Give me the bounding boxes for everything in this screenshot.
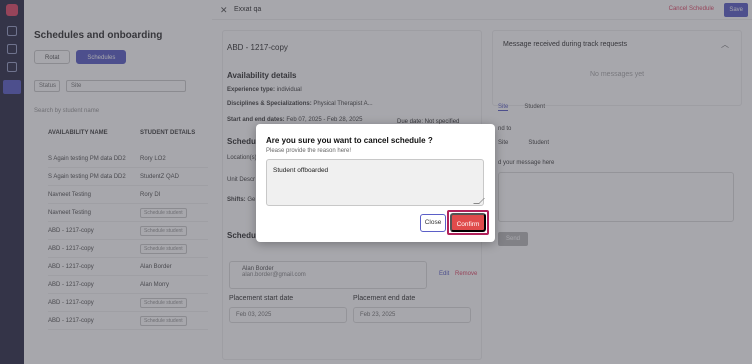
cancel-schedule-dialog: Are you sure you want to cancel schedule… [256,124,495,242]
reason-input[interactable] [266,159,484,206]
confirm-button[interactable]: Confirm [450,213,486,232]
dialog-subtitle: Please provide the reason here! [266,148,352,154]
close-button[interactable]: Close [420,214,446,232]
dialog-title: Are you sure you want to cancel schedule… [266,136,433,145]
